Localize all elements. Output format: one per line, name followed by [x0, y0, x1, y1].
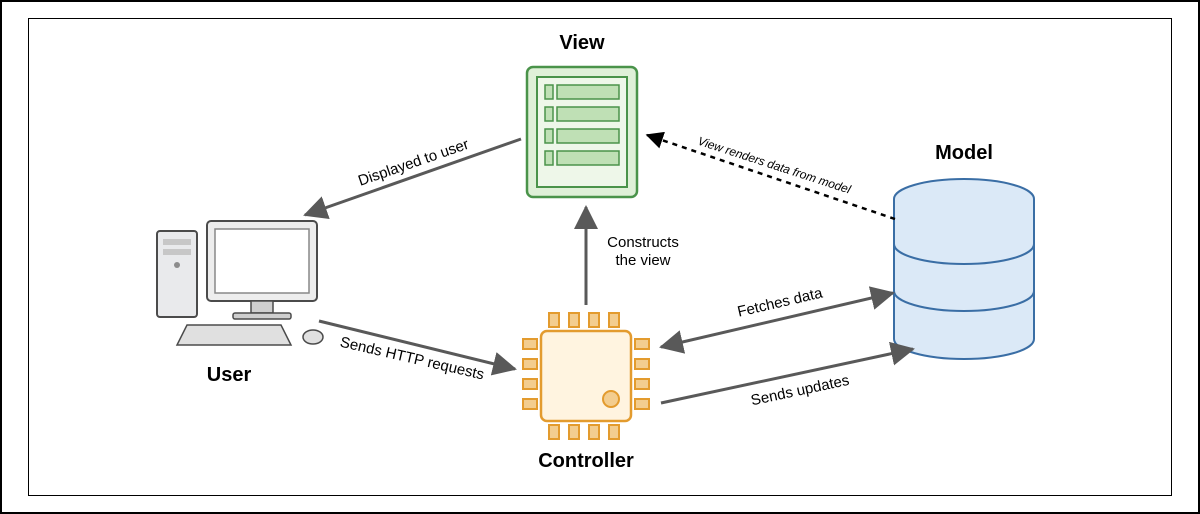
controller-label: Controller — [538, 450, 634, 472]
user-node — [157, 221, 323, 345]
edge-model-to-view — [647, 135, 895, 219]
edge-view-to-user — [305, 139, 521, 215]
diagram-inner-frame: View User — [28, 18, 1172, 496]
user-label: User — [207, 364, 252, 386]
controller-node — [523, 313, 649, 439]
view-label: View — [559, 32, 605, 54]
edge-controller-to-model-update-label: Sends updates — [749, 372, 850, 409]
mvc-diagram: View User — [29, 19, 1175, 497]
edge-controller-to-view-label1: Constructs — [607, 234, 679, 251]
view-node — [527, 67, 637, 197]
edge-controller-model-fetch-label: Fetches data — [736, 284, 825, 320]
edge-model-to-view-label: View renders data from model — [696, 134, 853, 197]
model-node — [894, 179, 1034, 359]
edge-user-to-controller-label: Sends HTTP requests — [338, 334, 485, 384]
diagram-outer-frame: View User — [0, 0, 1200, 514]
edge-controller-to-view-label2: the view — [615, 252, 670, 269]
model-label: Model — [935, 142, 993, 164]
